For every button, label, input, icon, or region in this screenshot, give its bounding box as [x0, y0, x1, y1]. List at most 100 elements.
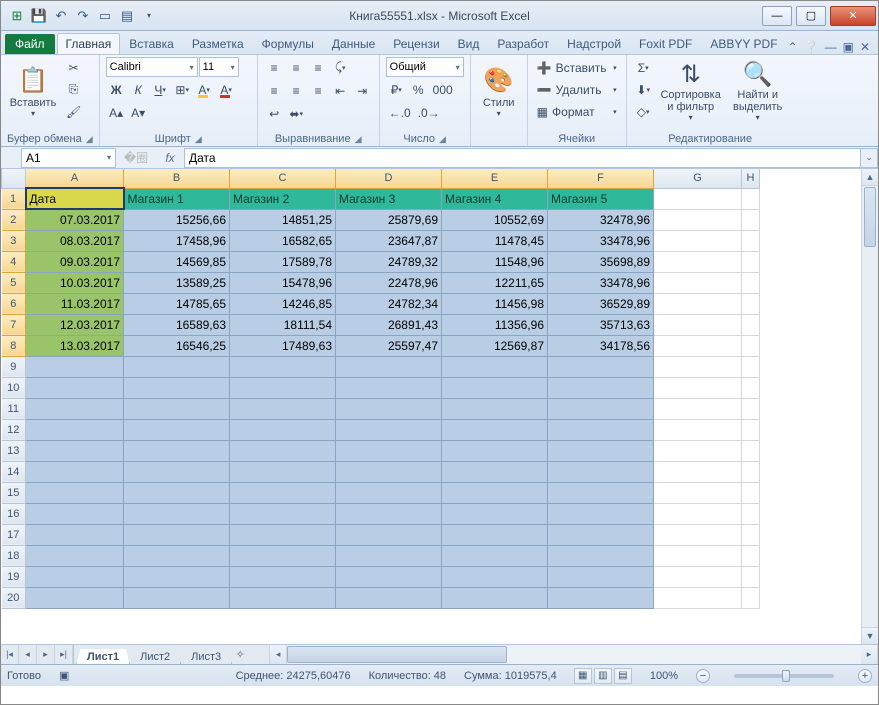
row-header[interactable]: 15: [2, 482, 26, 503]
clear-button[interactable]: ◇▾: [633, 101, 654, 122]
tab-layout[interactable]: Разметка: [183, 33, 253, 54]
cell[interactable]: [230, 461, 336, 482]
cell[interactable]: [742, 230, 760, 251]
cell[interactable]: 11356,96: [442, 314, 548, 335]
border-button[interactable]: ⊞▾: [172, 79, 193, 100]
cell[interactable]: [26, 524, 124, 545]
cell[interactable]: [336, 503, 442, 524]
cell[interactable]: 16582,65: [230, 230, 336, 251]
row-header[interactable]: 2: [2, 209, 26, 230]
align-top-button[interactable]: ≡: [264, 57, 285, 78]
dialog-launcher-icon[interactable]: ◢: [439, 134, 446, 145]
find-select-button[interactable]: 🔍 Найти и выделить ▾: [728, 57, 788, 125]
cell[interactable]: [230, 398, 336, 419]
cell[interactable]: [26, 566, 124, 587]
copy-button[interactable]: ⎘: [63, 79, 84, 100]
column-header[interactable]: E: [442, 169, 548, 188]
row-header[interactable]: 9: [2, 356, 26, 377]
doc-restore-icon[interactable]: ▣: [843, 40, 854, 54]
minimize-button[interactable]: —: [762, 6, 792, 26]
increase-decimal-button[interactable]: ←.0: [386, 102, 414, 123]
fill-button[interactable]: ⬇▾: [633, 79, 654, 100]
row-header[interactable]: 19: [2, 566, 26, 587]
tab-scroll-next-icon[interactable]: ▸: [37, 645, 55, 664]
zoom-level[interactable]: 100%: [650, 670, 678, 682]
cell[interactable]: [124, 377, 230, 398]
autosum-button[interactable]: Σ▾: [633, 57, 654, 78]
cell[interactable]: Магазин 5: [548, 188, 654, 209]
insert-cells-button[interactable]: ➕ Вставить ▾: [534, 57, 620, 78]
column-header[interactable]: B: [124, 169, 230, 188]
cell[interactable]: [336, 566, 442, 587]
cell[interactable]: [654, 461, 742, 482]
cell[interactable]: 24782,34: [336, 293, 442, 314]
row-header[interactable]: 7: [2, 314, 26, 335]
help-icon[interactable]: ❔: [804, 40, 819, 54]
cell[interactable]: [654, 419, 742, 440]
cell[interactable]: [654, 356, 742, 377]
cell[interactable]: 14246,85: [230, 293, 336, 314]
delete-cells-button[interactable]: ➖ Удалить ▾: [534, 79, 620, 100]
cell[interactable]: [742, 314, 760, 335]
qat-dropdown-icon[interactable]: ▾: [139, 6, 159, 26]
row-header[interactable]: 8: [2, 335, 26, 356]
cell[interactable]: [336, 482, 442, 503]
cell[interactable]: 17458,96: [124, 230, 230, 251]
cell[interactable]: 16546,25: [124, 335, 230, 356]
cell[interactable]: [26, 461, 124, 482]
cell[interactable]: 18111,54: [230, 314, 336, 335]
cell[interactable]: [742, 545, 760, 566]
italic-button[interactable]: К: [128, 79, 149, 100]
cell[interactable]: [124, 419, 230, 440]
cell[interactable]: 35713,63: [548, 314, 654, 335]
cell[interactable]: [336, 440, 442, 461]
cell[interactable]: [26, 440, 124, 461]
cell[interactable]: [230, 440, 336, 461]
cell[interactable]: [742, 272, 760, 293]
cell[interactable]: [230, 482, 336, 503]
cell[interactable]: [548, 587, 654, 608]
cell[interactable]: 12211,65: [442, 272, 548, 293]
paste-button[interactable]: 📋 Вставить ▾: [7, 57, 59, 125]
row-header[interactable]: 1: [2, 188, 26, 209]
number-format-combo[interactable]: Общий▾: [386, 57, 464, 77]
cell[interactable]: [548, 545, 654, 566]
cell[interactable]: [548, 419, 654, 440]
cell[interactable]: [742, 251, 760, 272]
cell[interactable]: [654, 209, 742, 230]
cell[interactable]: [230, 377, 336, 398]
cell[interactable]: [654, 524, 742, 545]
formula-expand-button[interactable]: ⌄: [860, 148, 878, 168]
cell[interactable]: [742, 524, 760, 545]
column-header[interactable]: D: [336, 169, 442, 188]
cell[interactable]: [742, 356, 760, 377]
wrap-text-button[interactable]: ↩: [264, 103, 285, 124]
cell[interactable]: [548, 440, 654, 461]
cell[interactable]: [336, 524, 442, 545]
cell[interactable]: [442, 545, 548, 566]
cell[interactable]: [654, 335, 742, 356]
maximize-button[interactable]: ▢: [796, 6, 826, 26]
align-middle-button[interactable]: ≡: [286, 57, 307, 78]
cell[interactable]: [742, 503, 760, 524]
scroll-down-icon[interactable]: ▼: [862, 627, 878, 644]
cell[interactable]: 07.03.2017: [26, 209, 124, 230]
horizontal-scrollbar[interactable]: ◂ ▸: [269, 645, 878, 664]
cell[interactable]: [742, 293, 760, 314]
cell[interactable]: [336, 356, 442, 377]
cell[interactable]: [654, 440, 742, 461]
zoom-in-button[interactable]: +: [858, 669, 872, 683]
cell[interactable]: [26, 398, 124, 419]
cell[interactable]: 11478,45: [442, 230, 548, 251]
cell[interactable]: [654, 377, 742, 398]
cell[interactable]: 12569,87: [442, 335, 548, 356]
cell[interactable]: [742, 482, 760, 503]
cell[interactable]: [26, 503, 124, 524]
row-header[interactable]: 20: [2, 587, 26, 608]
vertical-scrollbar[interactable]: ▲ ▼: [861, 169, 878, 644]
cell[interactable]: [654, 398, 742, 419]
tab-scroll-first-icon[interactable]: |◂: [1, 645, 19, 664]
cell[interactable]: [124, 461, 230, 482]
decrease-decimal-button[interactable]: .0→: [415, 102, 443, 123]
cell[interactable]: [442, 356, 548, 377]
